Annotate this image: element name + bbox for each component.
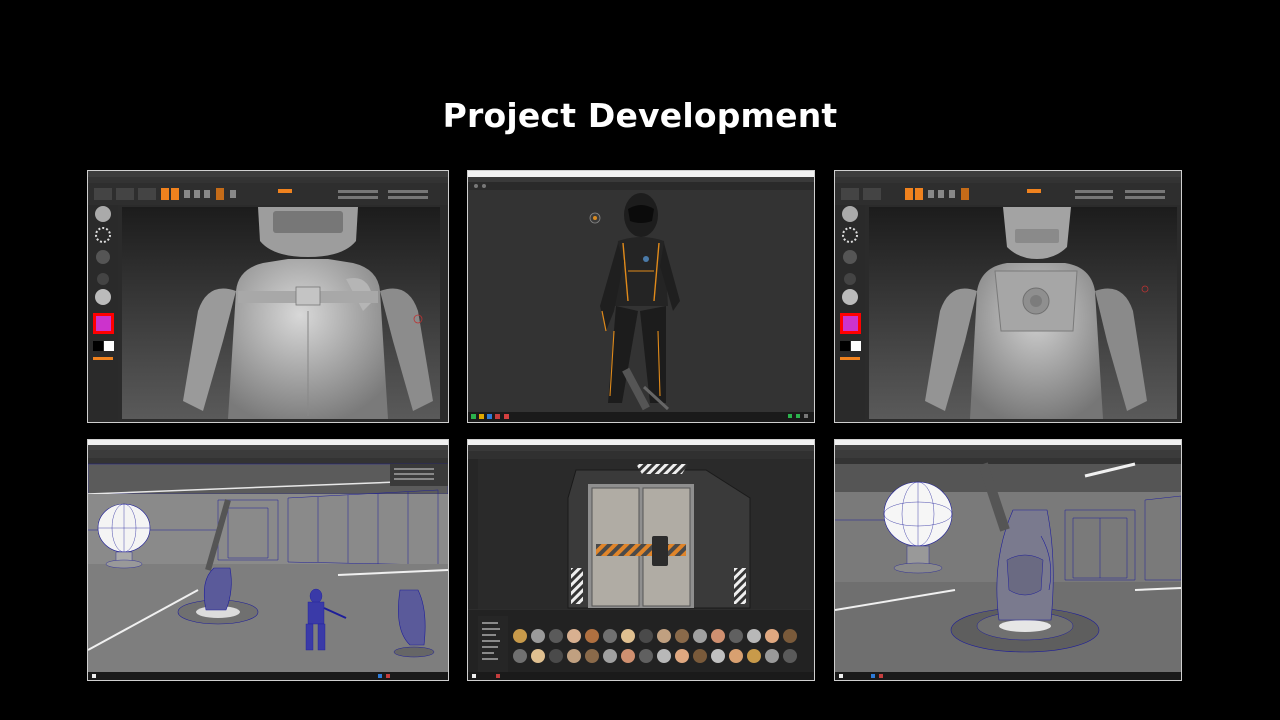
material-ball[interactable] [711,649,725,663]
material-ball[interactable] [747,629,761,643]
material-ball[interactable] [783,649,797,663]
material-ball[interactable] [639,629,653,643]
material-ball[interactable] [603,629,617,643]
material-ball[interactable] [729,629,743,643]
maya-wireframe-scene-thumbnail[interactable] [87,439,449,681]
material-ball[interactable] [729,649,743,663]
material-ball[interactable] [711,629,725,643]
substance-door-texture-thumbnail[interactable] [467,439,815,681]
material-ball[interactable] [549,629,563,643]
sci-fi-door-model [567,464,751,609]
material-ball[interactable] [549,649,563,663]
zbrush-back-view-screenshot [835,171,1181,422]
slide-title: Project Development [442,96,838,135]
material-ball[interactable] [657,649,671,663]
material-ball[interactable] [603,649,617,663]
material-ball[interactable] [585,649,599,663]
material-ball[interactable] [567,629,581,643]
zbrush-front-view-screenshot [88,171,448,422]
maya-chair-closeup-screenshot [835,440,1181,680]
material-ball[interactable] [765,629,779,643]
material-ball[interactable] [693,629,707,643]
material-ball[interactable] [675,649,689,663]
material-ball[interactable] [621,649,635,663]
material-ball[interactable] [531,649,545,663]
material-ball[interactable] [783,629,797,643]
material-ball[interactable] [657,629,671,643]
viewer-textured-figure-thumbnail[interactable] [467,170,815,423]
maya-wireframe-scene-screenshot [88,440,448,680]
material-ball[interactable] [531,629,545,643]
zbrush-back-view-thumbnail[interactable] [834,170,1182,423]
zbrush-front-view-thumbnail[interactable] [87,170,449,423]
maya-chair-closeup-thumbnail[interactable] [834,439,1182,681]
material-ball[interactable] [639,649,653,663]
material-ball[interactable] [513,649,527,663]
viewer-textured-figure-screenshot [468,171,814,422]
material-ball[interactable] [693,649,707,663]
material-ball[interactable] [621,629,635,643]
material-ball[interactable] [747,649,761,663]
material-ball[interactable] [585,629,599,643]
material-ball[interactable] [513,629,527,643]
material-ball[interactable] [765,649,779,663]
substance-door-texture-screenshot [468,440,814,680]
material-ball[interactable] [567,649,581,663]
material-ball[interactable] [675,629,689,643]
